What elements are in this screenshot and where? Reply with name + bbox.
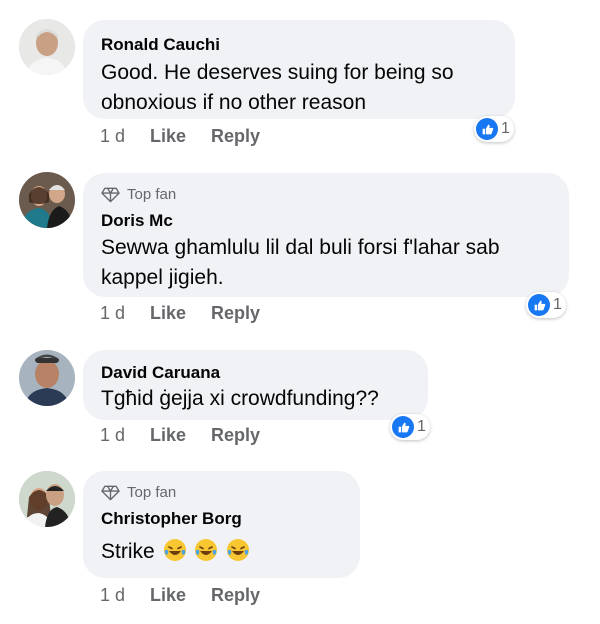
avatar[interactable] (19, 471, 75, 527)
laughing-tears-icon (163, 539, 186, 561)
comment-text-line: Sewwa ghamlulu lil dal buli forsi f'laha… (101, 236, 500, 259)
top-fan-label: Top fan (127, 186, 177, 203)
top-fan-label: Top fan (127, 484, 177, 501)
like-icon (476, 118, 498, 140)
reaction-count[interactable]: 1 (526, 292, 566, 318)
comment-text-line: kappel jigieh. (101, 266, 224, 289)
comment-text: Tgħid ġejja xi crowdfunding?? (101, 384, 379, 414)
avatar-image (19, 172, 75, 228)
laughing-tears-emoji (161, 539, 251, 563)
avatar-image (19, 350, 75, 406)
like-button[interactable]: Like (150, 303, 211, 324)
laughing-tears-icon (227, 539, 250, 561)
top-fan-badge: Top fan (101, 484, 176, 501)
laughing-tears-icon (195, 539, 218, 561)
comment-time[interactable]: 1 d (100, 126, 150, 147)
diamond-icon (101, 485, 120, 500)
comment-bubble: Ronald Cauchi Good. He deserves suing fo… (83, 20, 515, 119)
like-icon (392, 416, 414, 438)
comment-bubble: Top fan Christopher Borg Strike (83, 471, 360, 578)
reply-button[interactable]: Reply (211, 585, 260, 606)
avatar[interactable] (19, 172, 75, 228)
reply-button[interactable]: Reply (211, 303, 260, 324)
reply-button[interactable]: Reply (211, 126, 260, 147)
like-button[interactable]: Like (150, 425, 211, 446)
comment-actions: 1 d Like Reply (100, 126, 260, 147)
comment-text-line: Good. He deserves suing for being so (101, 61, 454, 84)
comment-actions: 1 d Like Reply (100, 425, 260, 446)
reaction-count-number: 1 (553, 296, 562, 313)
comment-bubble: Top fan Doris Mc Sewwa ghamlulu lil dal … (83, 173, 569, 297)
comment-time[interactable]: 1 d (100, 585, 150, 606)
commenter-name[interactable]: Ronald Cauchi (101, 35, 220, 55)
avatar-image (19, 19, 75, 75)
comment-text: Good. He deserves suing for being so obn… (101, 58, 454, 118)
top-fan-badge: Top fan (101, 186, 176, 203)
comment-text-line: Tgħid ġejja xi crowdfunding?? (101, 387, 379, 410)
commenter-name[interactable]: Christopher Borg (101, 509, 242, 529)
diamond-icon (101, 187, 120, 202)
comment-bubble: David Caruana Tgħid ġejja xi crowdfundin… (83, 350, 428, 420)
avatar-image (19, 471, 75, 527)
comment-time[interactable]: 1 d (100, 425, 150, 446)
commenter-name[interactable]: Doris Mc (101, 211, 173, 231)
reaction-count[interactable]: 1 (474, 116, 514, 142)
comment-text-line: obnoxious if no other reason (101, 91, 367, 114)
comment-text: Strike (101, 537, 250, 567)
reaction-count-number: 1 (501, 120, 510, 137)
avatar[interactable] (19, 350, 75, 406)
like-button[interactable]: Like (150, 585, 211, 606)
like-button[interactable]: Like (150, 126, 211, 147)
reply-button[interactable]: Reply (211, 425, 260, 446)
comment-text-line: Strike (101, 540, 155, 563)
reaction-count[interactable]: 1 (390, 414, 430, 440)
comment-actions: 1 d Like Reply (100, 585, 260, 606)
commenter-name[interactable]: David Caruana (101, 363, 220, 383)
like-icon (528, 294, 550, 316)
reaction-count-number: 1 (417, 418, 426, 435)
avatar[interactable] (19, 19, 75, 75)
comment-actions: 1 d Like Reply (100, 303, 260, 324)
comment-time[interactable]: 1 d (100, 303, 150, 324)
comment-text: Sewwa ghamlulu lil dal buli forsi f'laha… (101, 233, 500, 293)
